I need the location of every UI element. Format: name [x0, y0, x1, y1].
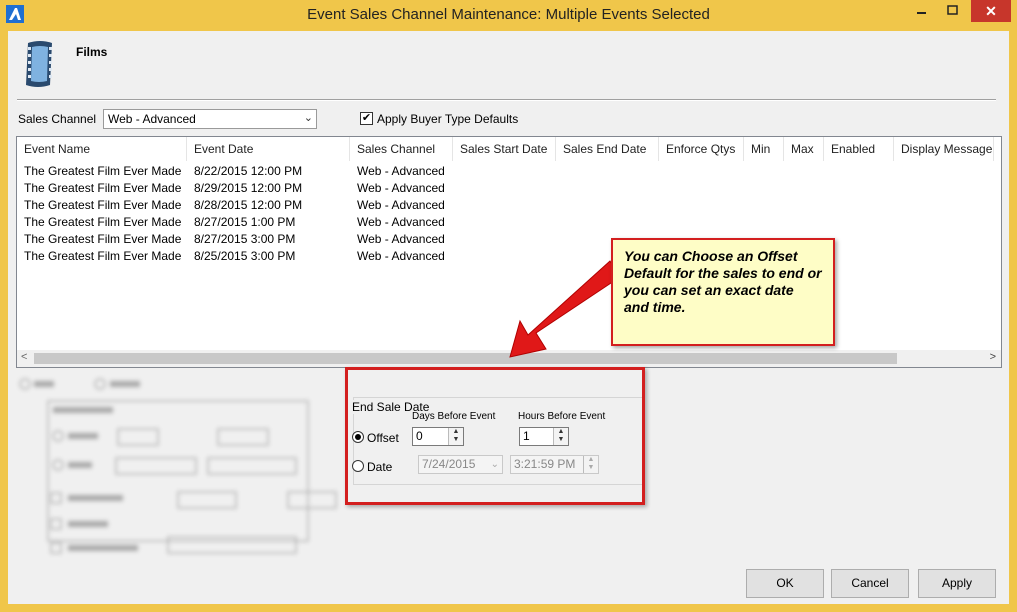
cell-event-name: The Greatest Film Ever Made [24, 164, 182, 178]
minimize-button[interactable] [904, 0, 938, 22]
cell-sales-channel: Web - Advanced [357, 181, 445, 195]
column-header-event-date[interactable]: Event Date [187, 137, 350, 161]
minimize-icon [917, 12, 926, 14]
section-title: Films [76, 45, 108, 59]
cancel-button[interactable]: Cancel [831, 569, 909, 598]
dialog-client-area: Films Sales Channel Web - Advanced ⌄ ✔ A… [8, 31, 1009, 604]
column-header-enforce-qtys[interactable]: Enforce Qtys [659, 137, 744, 161]
cell-event-name: The Greatest Film Ever Made [24, 181, 182, 195]
dialog-window: Event Sales Channel Maintenance: Multipl… [0, 0, 1017, 612]
apply-button[interactable]: Apply [918, 569, 996, 598]
column-header-sales-end-date[interactable]: Sales End Date [556, 137, 659, 161]
cell-event-date: 8/28/2015 12:00 PM [194, 198, 303, 212]
table-row[interactable]: The Greatest Film Ever Made 8/28/2015 12… [17, 197, 1001, 214]
cell-sales-channel: Web - Advanced [357, 164, 445, 178]
cell-sales-channel: Web - Advanced [357, 215, 445, 229]
column-header-display-message[interactable]: Display Message [894, 137, 994, 161]
title-bar[interactable]: Event Sales Channel Maintenance: Multipl… [0, 0, 1017, 30]
scroll-left-icon[interactable]: < [21, 351, 27, 363]
sales-channel-value: Web - Advanced [108, 112, 196, 126]
cell-sales-channel: Web - Advanced [357, 232, 445, 246]
scrollbar-thumb[interactable] [34, 353, 897, 364]
cell-event-date: 8/25/2015 3:00 PM [194, 249, 296, 263]
close-icon: ✕ [985, 3, 997, 19]
column-header-enabled[interactable]: Enabled [824, 137, 894, 161]
cell-event-date: 8/22/2015 12:00 PM [194, 164, 303, 178]
table-row[interactable]: The Greatest Film Ever Made 8/29/2015 12… [17, 180, 1001, 197]
annotation-highlight-box [345, 367, 645, 505]
cell-event-date: 8/27/2015 3:00 PM [194, 232, 296, 246]
cell-sales-channel: Web - Advanced [357, 198, 445, 212]
apply-buyer-type-defaults-label: Apply Buyer Type Defaults [377, 112, 519, 126]
cell-sales-channel: Web - Advanced [357, 249, 445, 263]
cell-event-date: 8/29/2015 12:00 PM [194, 181, 303, 195]
table-row[interactable]: The Greatest Film Ever Made 8/27/2015 3:… [17, 231, 1001, 248]
maximize-button[interactable] [938, 0, 968, 22]
maximize-icon [947, 5, 958, 15]
column-header-sales-channel[interactable]: Sales Channel [350, 137, 453, 161]
table-row[interactable]: The Greatest Film Ever Made 8/22/2015 12… [17, 163, 1001, 180]
grid-header: Event Name Event Date Sales Channel Sale… [17, 137, 1001, 161]
apply-buyer-type-defaults-checkbox[interactable]: ✔ [360, 112, 373, 125]
cell-event-name: The Greatest Film Ever Made [24, 198, 182, 212]
column-header-event-name[interactable]: Event Name [17, 137, 187, 161]
sales-channel-label: Sales Channel [18, 112, 97, 126]
cell-event-date: 8/27/2015 1:00 PM [194, 215, 296, 229]
chevron-down-icon: ⌄ [303, 112, 313, 124]
cell-event-name: The Greatest Film Ever Made [24, 215, 182, 229]
cell-event-name: The Greatest Film Ever Made [24, 232, 182, 246]
annotation-callout: You can Choose an Offset Default for the… [611, 238, 835, 346]
cell-event-name: The Greatest Film Ever Made [24, 249, 182, 263]
ok-button[interactable]: OK [746, 569, 824, 598]
column-header-max[interactable]: Max [784, 137, 824, 161]
table-row[interactable]: The Greatest Film Ever Made 8/27/2015 1:… [17, 214, 1001, 231]
scroll-right-icon[interactable]: > [990, 351, 996, 363]
column-header-min[interactable]: Min [744, 137, 784, 161]
blurred-background-controls [19, 378, 337, 554]
sales-channel-select[interactable]: Web - Advanced ⌄ [103, 109, 317, 129]
column-header-sales-start-date[interactable]: Sales Start Date [453, 137, 556, 161]
window-title: Event Sales Channel Maintenance: Multipl… [307, 6, 710, 23]
close-button[interactable]: ✕ [971, 0, 1011, 22]
header-divider [17, 99, 996, 101]
film-strip-icon [26, 41, 52, 87]
